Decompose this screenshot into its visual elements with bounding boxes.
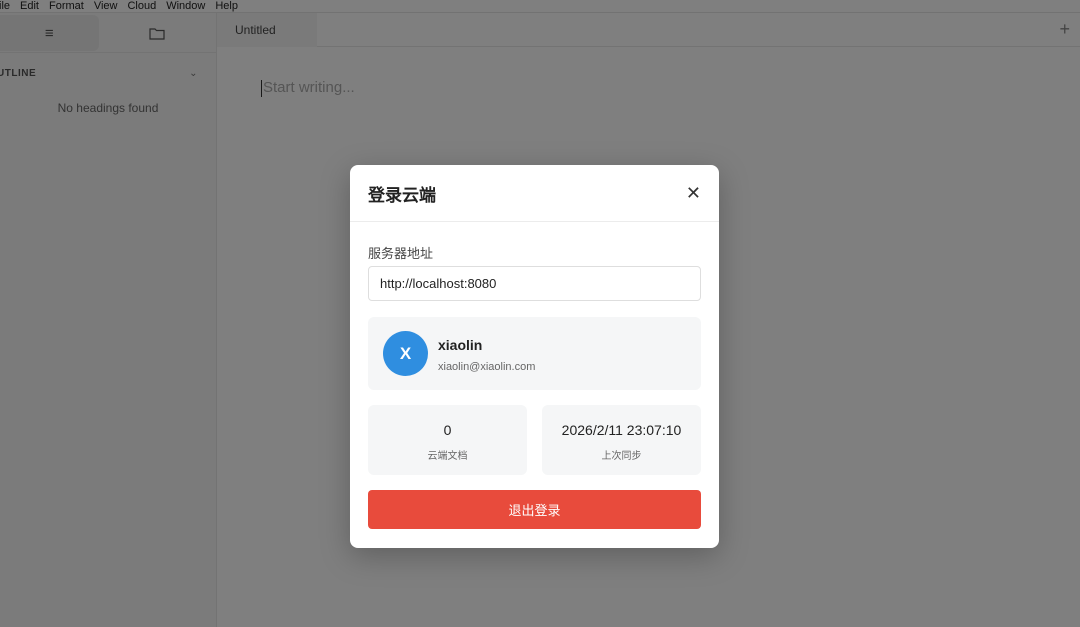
last-sync-stat: 2026/2/11 23:07:10 上次同步 (542, 405, 701, 475)
login-dialog: 登录云端 ✕ 服务器地址 X xiaolin xiaolin@xiaolin.c… (350, 165, 719, 548)
cloud-docs-stat: 0 云端文档 (368, 405, 527, 475)
user-card: X xiaolin xiaolin@xiaolin.com (368, 317, 701, 390)
avatar: X (383, 331, 428, 376)
close-icon[interactable]: ✕ (686, 184, 701, 202)
logout-button[interactable]: 退出登录 (368, 490, 701, 529)
user-email: xiaolin@xiaolin.com (438, 361, 536, 373)
last-sync-label: 上次同步 (601, 451, 642, 462)
cloud-docs-label: 云端文档 (427, 451, 468, 462)
server-address-label: 服务器地址 (368, 246, 434, 261)
dialog-title: 登录云端 (368, 185, 436, 205)
server-address-input[interactable] (368, 266, 701, 301)
last-sync-time: 2026/2/11 23:07:10 (561, 422, 682, 438)
cloud-docs-count: 0 (443, 422, 452, 438)
dialog-header: 登录云端 ✕ (350, 165, 719, 222)
user-name: xiaolin (438, 337, 483, 353)
